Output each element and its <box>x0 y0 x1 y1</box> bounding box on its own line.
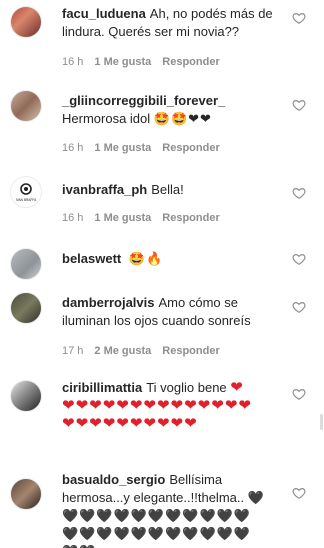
comment-text: Bella! <box>151 182 184 197</box>
comment-meta: 16 h 1 Me gusta Responder <box>62 55 231 69</box>
comment-body: ivanbraffa_ph Bella! <box>62 181 280 199</box>
like-heart-icon[interactable] <box>292 186 306 200</box>
comment-time: 16 h <box>62 56 84 68</box>
reply-button[interactable]: Responder <box>162 56 219 68</box>
comment-username[interactable]: ivanbraffa_ph <box>62 182 147 197</box>
comment-username[interactable]: basualdo_sergio <box>62 472 165 487</box>
comment-meta: 16 h 1 Me gusta Responder <box>62 211 231 225</box>
comment-time: 17 h <box>62 345 84 357</box>
comment-username[interactable]: belaswett <box>62 251 121 266</box>
reply-button[interactable]: Responder <box>162 345 219 357</box>
reply-button[interactable]: Responder <box>162 142 219 154</box>
scrollbar-thumb[interactable] <box>320 414 323 430</box>
comment-body: basualdo_sergio Bellísima hermosa...y ele… <box>62 471 268 548</box>
comment-body: damberrojalvis Amo cómo se iluminan los o… <box>62 294 280 330</box>
comment-likes-count[interactable]: 2 Me gusta <box>94 345 151 357</box>
comment-likes-count[interactable]: 1 Me gusta <box>94 56 151 68</box>
like-heart-icon[interactable] <box>292 98 306 112</box>
comment-likes-count[interactable]: 1 Me gusta <box>94 142 151 154</box>
comment-body: facu_luduena Ah, no podés más de lindura.… <box>62 5 280 41</box>
comment-body: belaswett 🤩🔥 <box>62 250 280 268</box>
like-heart-icon[interactable] <box>292 252 306 266</box>
user-avatar[interactable] <box>10 380 42 412</box>
avatar-logo-text: IVAN BRAFFA <box>16 198 37 202</box>
comment-meta: 16 h 1 Me gusta Responder <box>62 141 231 155</box>
comment-emojis: 🤩🔥 <box>128 251 164 266</box>
user-avatar[interactable] <box>10 478 42 510</box>
user-avatar[interactable] <box>10 90 42 122</box>
comment-username[interactable]: facu_luduena <box>62 6 146 21</box>
comment-time: 16 h <box>62 212 84 224</box>
camera-logo-avatar[interactable]: IVAN BRAFFA <box>10 176 42 208</box>
user-avatar[interactable] <box>10 6 42 38</box>
comment-username[interactable]: ciribillimattia <box>62 380 142 395</box>
like-heart-icon[interactable] <box>292 486 306 500</box>
comment-body: ciribillimattia Ti voglio bene ❤❤❤❤❤❤❤❤❤❤… <box>62 379 254 433</box>
comment-text: Ti voglio bene <box>146 380 227 395</box>
like-heart-icon[interactable] <box>292 387 306 401</box>
comment-username[interactable]: damberrojalvis <box>62 295 155 310</box>
user-avatar[interactable] <box>10 248 42 280</box>
like-heart-icon[interactable] <box>292 11 306 25</box>
comment-time: 16 h <box>62 142 84 154</box>
comment-likes-count[interactable]: 1 Me gusta <box>94 212 151 224</box>
like-heart-icon[interactable] <box>292 300 306 314</box>
comment-text: Hermorosa idol <box>62 111 151 126</box>
user-avatar[interactable] <box>10 292 42 324</box>
comment-username[interactable]: _gliincorreggibili_forever_ <box>62 93 225 108</box>
comment-emojis: 🤩🤩❤❤ <box>153 111 212 126</box>
comment-body: _gliincorreggibili_forever_ Hermorosa id… <box>62 92 280 128</box>
comment-meta: 17 h 2 Me gusta Responder <box>62 344 231 358</box>
reply-button[interactable]: Responder <box>162 212 219 224</box>
